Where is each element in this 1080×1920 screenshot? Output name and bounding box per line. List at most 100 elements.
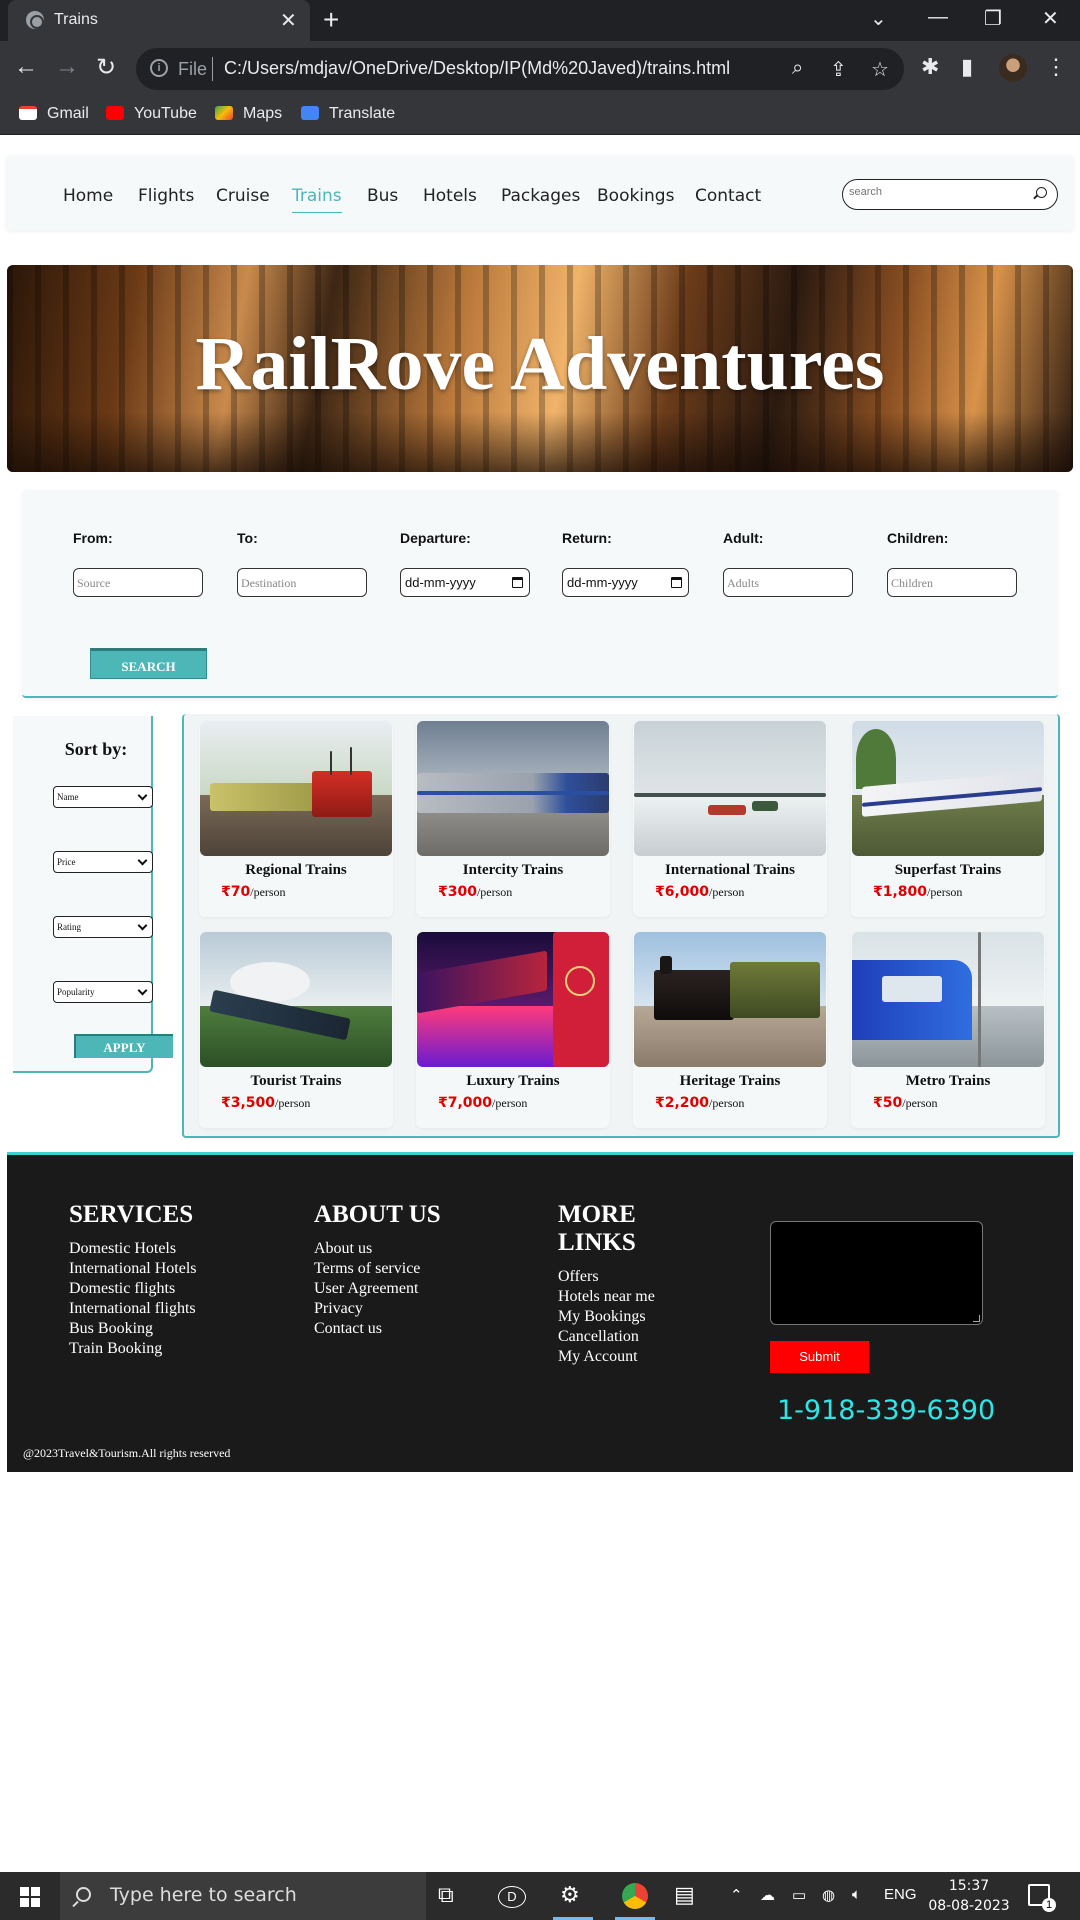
resize-handle-icon[interactable] xyxy=(973,1315,980,1322)
footer-link[interactable]: My Account xyxy=(558,1347,655,1367)
zoom-icon[interactable]: ⌕ xyxy=(792,57,803,80)
children-input[interactable]: Children xyxy=(887,568,1017,597)
footer-more-title: MORE LINKS xyxy=(558,1201,655,1257)
volume-icon[interactable]: 🔈︎ xyxy=(852,1886,861,1903)
footer-link[interactable]: Train Booking xyxy=(69,1339,197,1359)
chrome-icon[interactable] xyxy=(622,1883,648,1909)
new-tab-icon[interactable]: + xyxy=(323,4,339,36)
from-label: From: xyxy=(73,530,113,546)
product-card[interactable]: Heritage Trains ₹2,200/person xyxy=(633,932,827,1128)
sort-popularity-select[interactable]: Popularity xyxy=(53,981,153,1003)
sort-name-select[interactable]: Name xyxy=(53,786,153,808)
nav-flights[interactable]: Flights xyxy=(138,186,194,206)
nav-trains[interactable]: Trains xyxy=(292,186,342,213)
dell-icon[interactable]: D xyxy=(498,1886,526,1908)
side-panel-icon[interactable]: ▮ xyxy=(961,54,973,80)
bookmark-star-icon[interactable]: ☆ xyxy=(871,57,889,82)
price-value: ₹70 xyxy=(221,884,251,900)
return-date-input[interactable]: dd-mm-yyyy xyxy=(562,568,689,597)
nav-packages[interactable]: Packages xyxy=(501,186,580,206)
back-icon[interactable]: ← xyxy=(14,53,38,81)
footer-link[interactable]: Domestic Hotels xyxy=(69,1239,197,1259)
tray-chevron-icon[interactable]: ⌃ xyxy=(730,1886,743,1904)
nav-contact[interactable]: Contact xyxy=(695,186,761,206)
sort-price-select[interactable]: Price xyxy=(53,851,153,873)
footer-link[interactable]: Cancellation xyxy=(558,1327,655,1347)
children-field: Children: Children xyxy=(887,530,1017,597)
settings-gear-icon[interactable]: ⚙ xyxy=(560,1882,580,1908)
nav-bookings[interactable]: Bookings xyxy=(597,186,674,206)
share-icon[interactable]: ⇪ xyxy=(830,57,847,82)
info-icon[interactable]: i xyxy=(150,59,168,77)
bookmark-maps[interactable]: Maps xyxy=(215,105,282,123)
close-tab-icon[interactable]: ✕ xyxy=(280,8,297,33)
feedback-textarea[interactable] xyxy=(770,1221,983,1325)
bookmark-youtube[interactable]: YouTube xyxy=(106,105,197,123)
news-icon[interactable]: ▤ xyxy=(674,1882,695,1908)
product-card[interactable]: Tourist Trains ₹3,500/person xyxy=(199,932,393,1128)
nav-bus[interactable]: Bus xyxy=(367,186,398,206)
search-button[interactable]: SEARCH xyxy=(90,648,207,679)
profile-avatar[interactable] xyxy=(999,54,1027,82)
browser-tab[interactable]: Trains ✕ xyxy=(8,0,310,41)
product-card[interactable]: International Trains ₹6,000/person xyxy=(633,721,827,917)
nav-home[interactable]: Home xyxy=(63,186,113,206)
product-card[interactable]: Superfast Trains ₹1,800/person xyxy=(851,721,1045,917)
footer-link[interactable]: Privacy xyxy=(314,1299,441,1319)
footer-link[interactable]: International flights xyxy=(69,1299,197,1319)
return-label: Return: xyxy=(562,530,612,546)
onedrive-icon[interactable]: ☁ xyxy=(760,1886,775,1904)
task-view-icon[interactable]: ⧉ xyxy=(438,1882,454,1908)
address-bar[interactable]: i File C:/Users/mdjav/OneDrive/Desktop/I… xyxy=(136,48,904,90)
submit-button[interactable]: Submit xyxy=(770,1341,869,1373)
window-close-icon[interactable]: ✕ xyxy=(1042,6,1059,31)
luxury-train-image xyxy=(417,932,609,1067)
footer-link[interactable]: International Hotels xyxy=(69,1259,197,1279)
footer-link[interactable]: My Bookings xyxy=(558,1307,655,1327)
menu-icon[interactable]: ⋮ xyxy=(1045,54,1067,80)
price-value: ₹6,000 xyxy=(655,884,710,900)
site-footer: SERVICES Domestic Hotels International H… xyxy=(7,1152,1073,1472)
nav-cruise[interactable]: Cruise xyxy=(216,186,270,206)
reload-icon[interactable]: ↻ xyxy=(96,53,116,82)
calendar-icon[interactable] xyxy=(671,577,682,588)
footer-link[interactable]: Terms of service xyxy=(314,1259,441,1279)
product-card[interactable]: Regional Trains ₹70/person xyxy=(199,721,393,917)
departure-date-input[interactable]: dd-mm-yyyy xyxy=(400,568,530,597)
footer-link[interactable]: About us xyxy=(314,1239,441,1259)
search-icon[interactable] xyxy=(1036,187,1047,198)
product-card[interactable]: Luxury Trains ₹7,000/person xyxy=(416,932,610,1128)
apply-button[interactable]: APPLY xyxy=(74,1034,173,1058)
footer-link[interactable]: Domestic flights xyxy=(69,1279,197,1299)
language-indicator[interactable]: ENG xyxy=(884,1886,917,1903)
tab-search-icon[interactable]: ⌄ xyxy=(870,6,887,31)
destination-input[interactable]: Destination xyxy=(237,568,367,597)
adults-input[interactable]: Adults xyxy=(723,568,853,597)
bookmark-gmail[interactable]: Gmail xyxy=(19,105,89,123)
forward-icon[interactable]: → xyxy=(55,53,79,81)
footer-link[interactable]: Offers xyxy=(558,1267,655,1287)
nav-hotels[interactable]: Hotels xyxy=(423,186,477,206)
network-icon[interactable]: ◍ xyxy=(822,1886,835,1904)
system-clock[interactable]: 15:37 08-08-2023 xyxy=(926,1876,1012,1916)
extensions-icon[interactable]: ✱ xyxy=(921,54,939,80)
footer-link[interactable]: Hotels near me xyxy=(558,1287,655,1307)
product-card[interactable]: Metro Trains ₹50/person xyxy=(851,932,1045,1128)
restore-icon[interactable]: ❐ xyxy=(984,6,1002,31)
sort-rating-select[interactable]: Rating xyxy=(53,916,153,938)
site-search[interactable] xyxy=(842,179,1058,210)
address-url[interactable]: C:/Users/mdjav/OneDrive/Desktop/IP(Md%20… xyxy=(224,58,730,79)
footer-link[interactable]: User Agreement xyxy=(314,1279,441,1299)
search-input[interactable] xyxy=(849,186,1019,198)
minimize-icon[interactable]: — xyxy=(928,6,948,29)
battery-icon[interactable]: ▭ xyxy=(792,1886,806,1904)
bookmark-translate[interactable]: Translate xyxy=(301,105,395,123)
source-input[interactable]: Source xyxy=(73,568,203,597)
product-card[interactable]: Intercity Trains ₹300/person xyxy=(416,721,610,917)
calendar-icon[interactable] xyxy=(512,577,523,588)
taskbar-search[interactable]: Type here to search xyxy=(60,1872,426,1920)
footer-link[interactable]: Contact us xyxy=(314,1319,441,1339)
windows-start-icon[interactable] xyxy=(20,1887,40,1907)
notification-icon[interactable]: 1 xyxy=(1028,1884,1056,1912)
footer-link[interactable]: Bus Booking xyxy=(69,1319,197,1339)
